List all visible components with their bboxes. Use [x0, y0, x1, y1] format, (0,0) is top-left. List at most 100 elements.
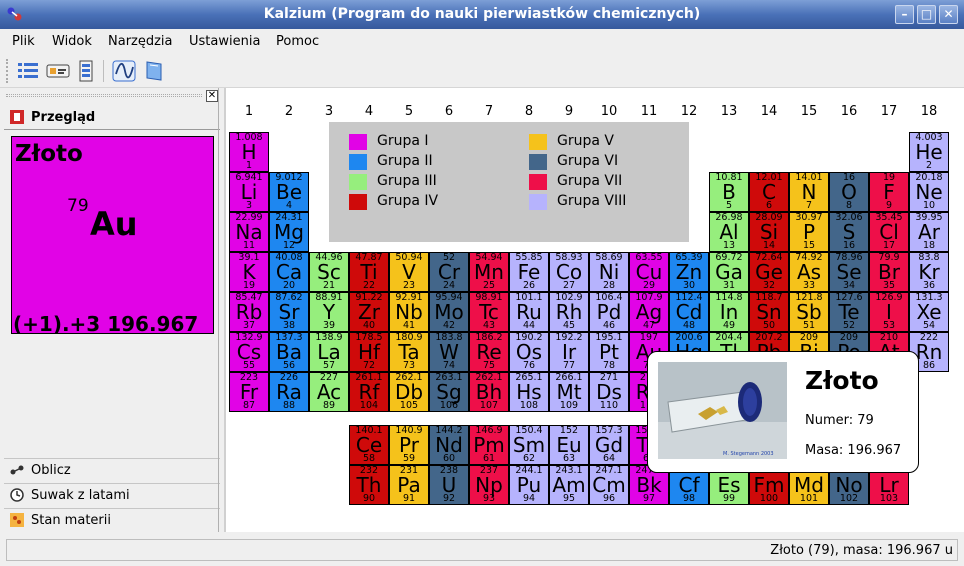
element-rh[interactable]: 102.9 Rh 45	[549, 292, 589, 332]
element-mn[interactable]: 54.94 Mn 25	[469, 252, 509, 292]
element-ac[interactable]: 227 Ac 89	[309, 372, 349, 412]
element-co[interactable]: 58.93 Co 27	[549, 252, 589, 292]
element-cm[interactable]: 247.1 Cm 96	[589, 465, 629, 505]
element-rf[interactable]: 261.1 Rf 104	[349, 372, 389, 412]
element-ir[interactable]: 192.2 Ir 77	[549, 332, 589, 372]
element-kr[interactable]: 83.8 Kr 36	[909, 252, 949, 292]
element-si[interactable]: 28.09 Si 14	[749, 212, 789, 252]
element-b[interactable]: 10.81 B 5	[709, 172, 749, 212]
tab-stan-materii[interactable]: Stan materii	[4, 508, 220, 532]
element-eu[interactable]: 152 Eu 63	[549, 425, 589, 465]
element-se[interactable]: 78.96 Se 34	[829, 252, 869, 292]
menu-widok[interactable]: Widok	[52, 34, 92, 49]
element-c[interactable]: 12.01 C 6	[749, 172, 789, 212]
element-pa[interactable]: 231 Pa 91	[389, 465, 429, 505]
list-view-icon[interactable]	[16, 59, 40, 83]
element-p[interactable]: 30.97 P 15	[789, 212, 829, 252]
numeration-icon[interactable]	[46, 59, 70, 83]
element-sr[interactable]: 87.62 Sr 38	[269, 292, 309, 332]
element-h[interactable]: 1.008 H 1	[229, 132, 269, 172]
menu-plik[interactable]: Plik	[12, 34, 35, 49]
element-nd[interactable]: 144.2 Nd 60	[429, 425, 469, 465]
element-ge[interactable]: 72.64 Ge 32	[749, 252, 789, 292]
element-y[interactable]: 88.91 Y 39	[309, 292, 349, 332]
element-he[interactable]: 4.003 He 2	[909, 132, 949, 172]
element-ra[interactable]: 226 Ra 88	[269, 372, 309, 412]
element-cs[interactable]: 132.9 Cs 55	[229, 332, 269, 372]
element-te[interactable]: 127.6 Te 52	[829, 292, 869, 332]
glossary-icon[interactable]	[142, 59, 166, 83]
element-na[interactable]: 22.99 Na 11	[229, 212, 269, 252]
element-cu[interactable]: 63.55 Cu 29	[629, 252, 669, 292]
gradient-icon[interactable]	[112, 59, 136, 83]
element-mo[interactable]: 95.94 Mo 42	[429, 292, 469, 332]
close-button[interactable]: ✕	[939, 5, 958, 24]
menu-pomoc[interactable]: Pomoc	[276, 34, 319, 49]
element-ar[interactable]: 39.95 Ar 18	[909, 212, 949, 252]
element-tc[interactable]: 98.91 Tc 43	[469, 292, 509, 332]
element-cr[interactable]: 52 Cr 24	[429, 252, 469, 292]
element-zn[interactable]: 65.39 Zn 30	[669, 252, 709, 292]
element-mg[interactable]: 24.31 Mg 12	[269, 212, 309, 252]
element-ag[interactable]: 107.9 Ag 47	[629, 292, 669, 332]
element-ne[interactable]: 20.18 Ne 10	[909, 172, 949, 212]
toolbar-grip[interactable]	[6, 59, 10, 83]
element-ru[interactable]: 101.1 Ru 44	[509, 292, 549, 332]
element-n[interactable]: 14.01 N 7	[789, 172, 829, 212]
element-ce[interactable]: 140.1 Ce 58	[349, 425, 389, 465]
element-cl[interactable]: 35.45 Cl 17	[869, 212, 909, 252]
element-in[interactable]: 114.8 In 49	[709, 292, 749, 332]
element-o[interactable]: 16 O 8	[829, 172, 869, 212]
element-u[interactable]: 238 U 92	[429, 465, 469, 505]
element-sn[interactable]: 118.7 Sn 50	[749, 292, 789, 332]
element-ni[interactable]: 58.69 Ni 28	[589, 252, 629, 292]
element-ba[interactable]: 137.3 Ba 56	[269, 332, 309, 372]
element-al[interactable]: 26.98 Al 13	[709, 212, 749, 252]
element-be[interactable]: 9.012 Be 4	[269, 172, 309, 212]
element-mt[interactable]: 266.1 Mt 109	[549, 372, 589, 412]
element-nb[interactable]: 92.91 Nb 41	[389, 292, 429, 332]
element-np[interactable]: 237 Np 93	[469, 465, 509, 505]
element-s[interactable]: 32.06 S 16	[829, 212, 869, 252]
element-db[interactable]: 262.1 Db 105	[389, 372, 429, 412]
element-am[interactable]: 243.1 Am 95	[549, 465, 589, 505]
element-fr[interactable]: 223 Fr 87	[229, 372, 269, 412]
element-li[interactable]: 6.941 Li 3	[229, 172, 269, 212]
element-pr[interactable]: 140.9 Pr 59	[389, 425, 429, 465]
element-os[interactable]: 190.2 Os 76	[509, 332, 549, 372]
element-fe[interactable]: 55.85 Fe 26	[509, 252, 549, 292]
element-sg[interactable]: 263.1 Sg 106	[429, 372, 469, 412]
element-hf[interactable]: 178.5 Hf 72	[349, 332, 389, 372]
minimize-button[interactable]: –	[895, 5, 914, 24]
element-i[interactable]: 126.9 I 53	[869, 292, 909, 332]
element-w[interactable]: 183.8 W 74	[429, 332, 469, 372]
element-gd[interactable]: 157.3 Gd 64	[589, 425, 629, 465]
dock-grip[interactable]	[6, 94, 202, 97]
element-th[interactable]: 232 Th 90	[349, 465, 389, 505]
element-sb[interactable]: 121.8 Sb 51	[789, 292, 829, 332]
tab-suwak-z-latami[interactable]: Suwak z latami	[4, 483, 220, 507]
element-xe[interactable]: 131.3 Xe 54	[909, 292, 949, 332]
element-ga[interactable]: 69.72 Ga 31	[709, 252, 749, 292]
menu-ustawienia[interactable]: Ustawienia	[189, 34, 260, 49]
element-ti[interactable]: 47.87 Ti 22	[349, 252, 389, 292]
dock-close-icon[interactable]: ✕	[206, 90, 218, 102]
element-sc[interactable]: 44.96 Sc 21	[309, 252, 349, 292]
element-as[interactable]: 74.92 As 33	[789, 252, 829, 292]
element-k[interactable]: 39.1 K 19	[229, 252, 269, 292]
element-ca[interactable]: 40.08 Ca 20	[269, 252, 309, 292]
element-zr[interactable]: 91.22 Zr 40	[349, 292, 389, 332]
tab-przeglad[interactable]: Przegląd	[4, 106, 220, 130]
element-br[interactable]: 79.9 Br 35	[869, 252, 909, 292]
element-la[interactable]: 138.9 La 57	[309, 332, 349, 372]
element-hs[interactable]: 265.1 Hs 108	[509, 372, 549, 412]
tab-oblicz[interactable]: Oblicz	[4, 458, 220, 482]
element-pt[interactable]: 195.1 Pt 78	[589, 332, 629, 372]
element-re[interactable]: 186.2 Re 75	[469, 332, 509, 372]
element-cd[interactable]: 112.4 Cd 48	[669, 292, 709, 332]
element-f[interactable]: 19 F 9	[869, 172, 909, 212]
maximize-button[interactable]: □	[917, 5, 936, 24]
element-v[interactable]: 50.94 V 23	[389, 252, 429, 292]
legend-icon[interactable]	[74, 59, 98, 83]
element-sm[interactable]: 150.4 Sm 62	[509, 425, 549, 465]
